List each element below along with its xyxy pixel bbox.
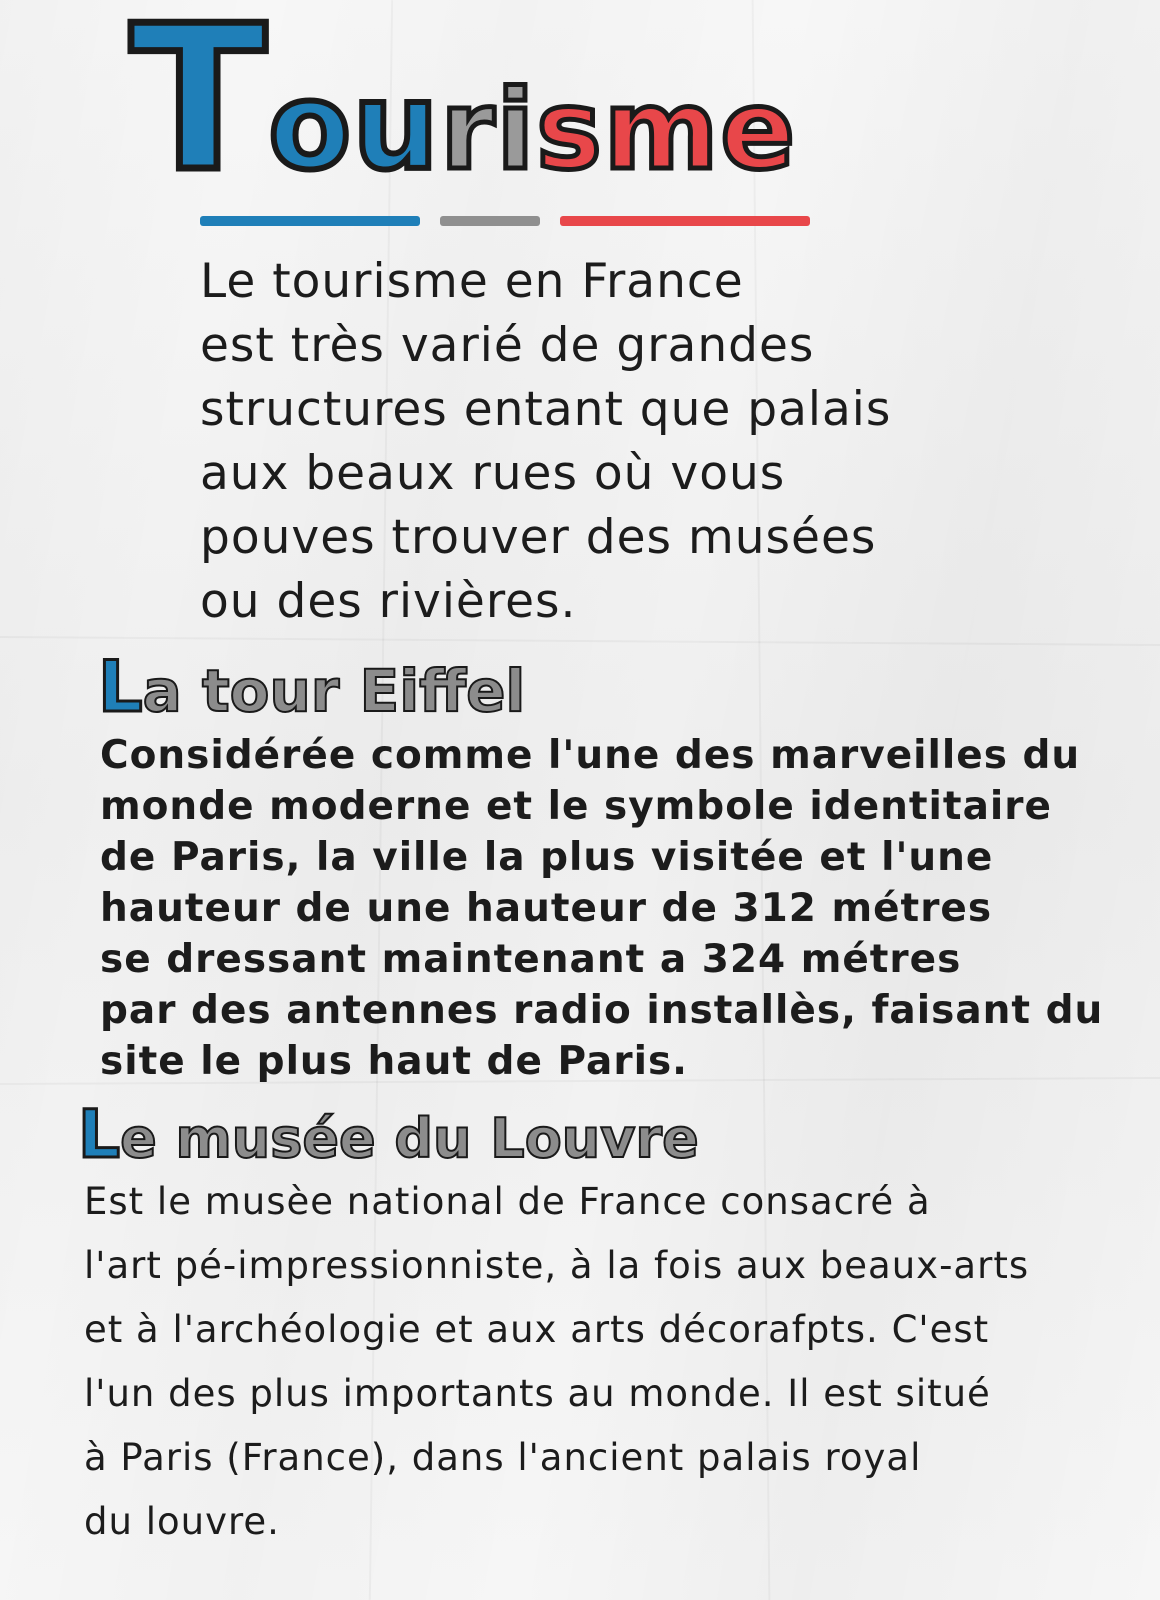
title-underline-blue (200, 216, 420, 226)
eiffel-line: par des antennes radio installès, faisan… (100, 988, 1104, 1033)
heading-text: a tour Eiffel (142, 657, 527, 725)
eiffel-paragraph: Considérée comme l'une des marveilles du… (100, 730, 1103, 1087)
louvre-line: l'un des plus importants au monde. Il es… (84, 1372, 991, 1415)
title-red-part: sme (534, 66, 798, 194)
louvre-line: à Paris (France), dans l'ancient palais … (84, 1436, 922, 1479)
poster-sheet: Tourisme Le tourisme en France est très … (0, 0, 1160, 1600)
title-blue-part: ou (265, 58, 441, 197)
louvre-line: et à l'archéologie et aux arts décorafpt… (84, 1308, 990, 1351)
title-underline-gray (440, 216, 540, 226)
title-underline-red (560, 216, 810, 226)
intro-line: aux beaux rues où vous (200, 446, 786, 501)
intro-line: pouves trouver des musées (200, 510, 877, 565)
intro-line: est très varié de grandes (200, 318, 815, 373)
louvre-line: l'art pé-impressionniste, à la fois aux … (84, 1244, 1030, 1287)
eiffel-line: Considérée comme l'une des marveilles du (100, 733, 1081, 778)
louvre-paragraph: Est le musèe national de France consacré… (84, 1170, 1029, 1554)
eiffel-line: se dressant maintenant a 324 métres (100, 937, 962, 982)
heading-initial: L (76, 1096, 121, 1173)
heading-initial: L (97, 646, 145, 728)
louvre-line: Est le musèe national de France consacré… (84, 1180, 931, 1223)
intro-line: Le tourisme en France (200, 254, 744, 309)
title-gray-part: ri (438, 66, 537, 194)
intro-line: ou des rivières. (200, 574, 577, 629)
poster-title: Tourisme (126, 0, 798, 203)
intro-paragraph: Le tourisme en France est très varié de … (200, 250, 891, 634)
intro-line: structures entant que palais (200, 382, 892, 437)
section-heading-eiffel: La tour Eiffel (97, 651, 527, 725)
heading-text: e musée du Louvre (119, 1107, 700, 1170)
eiffel-line: de Paris, la ville la plus visitée et l'… (100, 835, 994, 880)
section-heading-louvre: Le musée du Louvre (76, 1100, 700, 1170)
louvre-line: du louvre. (84, 1500, 280, 1543)
eiffel-line: monde moderne et le symbole identitaire (100, 784, 1052, 829)
title-letter-t: T (126, 0, 269, 216)
eiffel-line: hauteur de une hauteur de 312 métres (100, 886, 993, 931)
paper-crease (0, 636, 1160, 646)
eiffel-line: site le plus haut de Paris. (100, 1039, 688, 1084)
